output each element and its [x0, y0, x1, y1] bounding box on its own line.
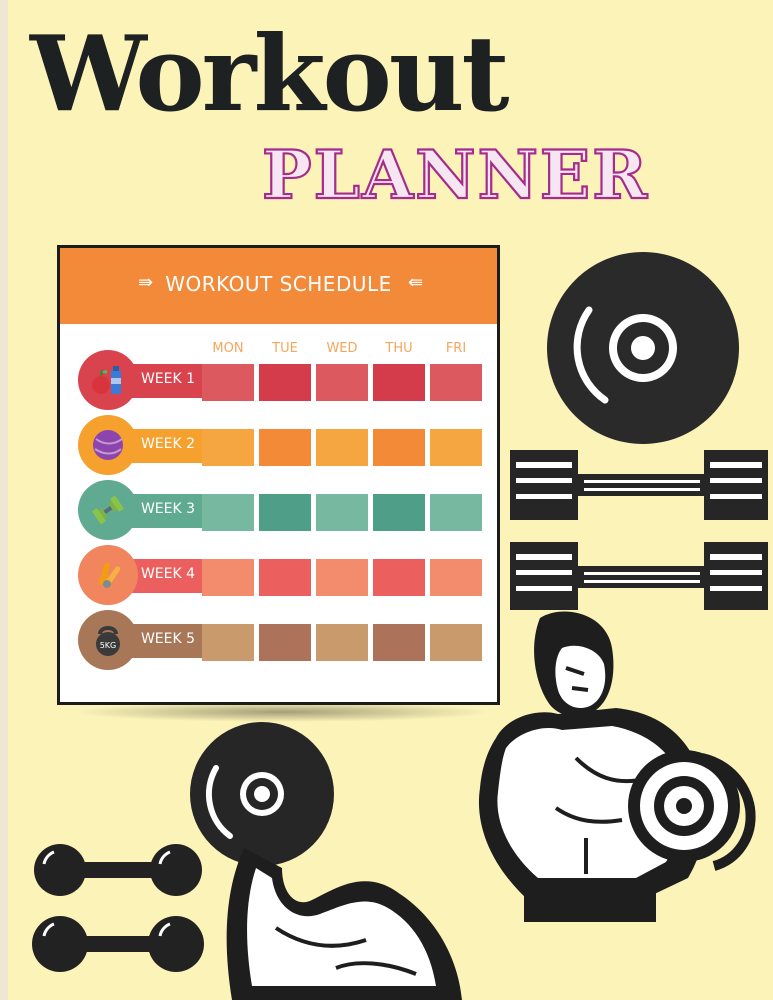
schedule-cell-fri[interactable] [430, 559, 482, 596]
apple-bottle-icon [90, 362, 126, 402]
flexing-arm-icon [190, 722, 462, 1000]
schedule-cell-wed[interactable] [316, 429, 368, 466]
schedule-cell-wed[interactable] [316, 559, 368, 596]
schedule-cell-thu[interactable] [373, 494, 425, 531]
round-dumbbells-icon [32, 844, 204, 972]
schedule-cell-thu[interactable] [373, 624, 425, 661]
exercise-ball-icon [90, 427, 126, 467]
svg-text:5KG: 5KG [100, 641, 117, 650]
weight-plate-icon [547, 252, 739, 444]
hex-dumbbells-icon [510, 450, 768, 610]
schedule-cell-mon[interactable] [202, 364, 254, 401]
schedule-cell-mon[interactable] [202, 559, 254, 596]
schedule-cell-tue[interactable] [259, 429, 311, 466]
schedule-cell-wed[interactable] [316, 624, 368, 661]
schedule-cell-mon[interactable] [202, 494, 254, 531]
hand-grip-icon [90, 557, 126, 597]
schedule-cell-tue[interactable] [259, 494, 311, 531]
cover-subtitle: PLANNER [261, 136, 650, 214]
week-row: WEEK 4 [78, 545, 497, 605]
week-label: WEEK 2 [140, 436, 196, 452]
week-label: WEEK 4 [140, 566, 196, 582]
workout-schedule-card: ⇛ ⇚ WORKOUT SCHEDULE MON TUE WED THU FRI WEE… [57, 245, 500, 705]
schedule-cell-fri[interactable] [430, 494, 482, 531]
schedule-cell-tue[interactable] [259, 364, 311, 401]
schedule-cell-fri[interactable] [430, 429, 482, 466]
book-spine [0, 0, 8, 1000]
schedule-header: ⇛ ⇚ WORKOUT SCHEDULE [60, 248, 497, 324]
schedule-cell-thu[interactable] [373, 429, 425, 466]
schedule-cell-tue[interactable] [259, 559, 311, 596]
week-label: WEEK 1 [140, 371, 196, 387]
schedule-cell-thu[interactable] [373, 364, 425, 401]
cover-title: Workout [30, 12, 510, 135]
schedule-cell-mon[interactable] [202, 624, 254, 661]
schedule-cell-wed[interactable] [316, 494, 368, 531]
dumbbell-icon [90, 492, 126, 532]
week-row: 5KG WEEK 5 [78, 610, 497, 670]
week-label: WEEK 5 [140, 631, 196, 647]
schedule-cell-tue[interactable] [259, 624, 311, 661]
schedule-cell-wed[interactable] [316, 364, 368, 401]
week-label: WEEK 3 [140, 501, 196, 517]
kettlebell-icon: 5KG [90, 622, 126, 662]
week-row: WEEK 2 [78, 415, 497, 475]
schedule-cell-mon[interactable] [202, 429, 254, 466]
schedule-cell-thu[interactable] [373, 559, 425, 596]
week-row: WEEK 1 [78, 350, 497, 410]
bodybuilder-icon [478, 611, 756, 922]
week-row: WEEK 3 [78, 480, 497, 540]
schedule-title: WORKOUT SCHEDULE [165, 272, 392, 296]
schedule-cell-fri[interactable] [430, 364, 482, 401]
